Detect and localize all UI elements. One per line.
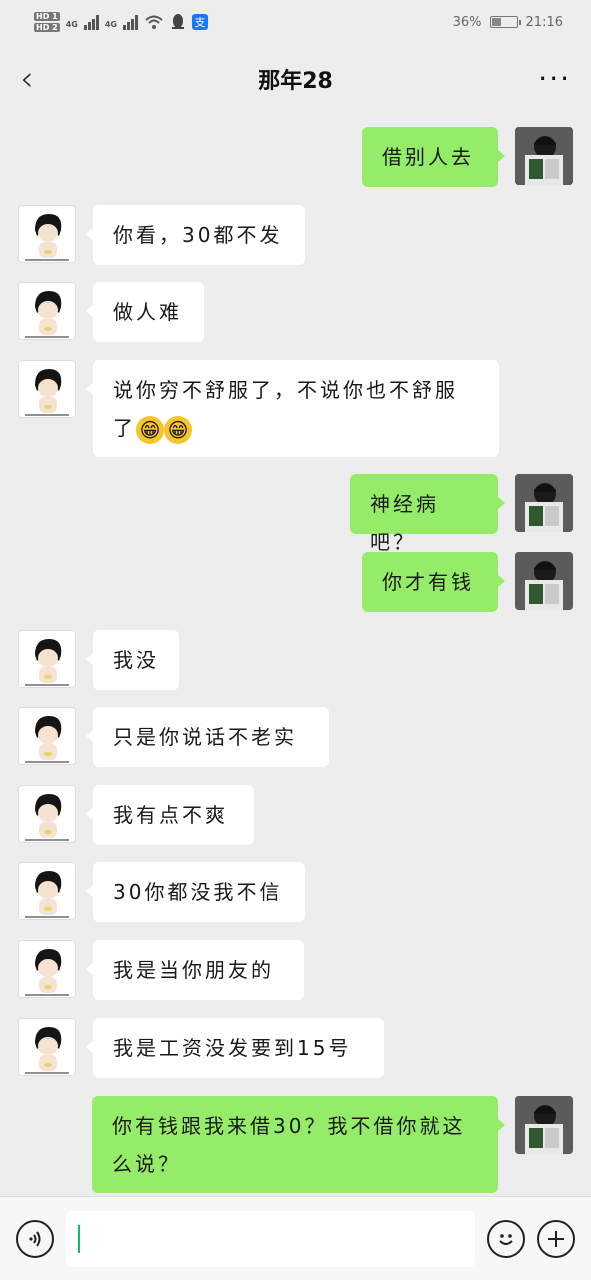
clock: 21:16 — [525, 14, 563, 30]
more-button[interactable]: ··· — [531, 65, 571, 93]
back-icon[interactable]: ‹ — [20, 59, 34, 99]
message-row: 我没 — [18, 630, 179, 690]
message-text: 你有钱跟我来借30？我不借你就这么说？ — [112, 1114, 466, 1176]
chat-header: ‹ 那年28 ··· — [0, 44, 591, 114]
network-type-2: 4G — [104, 20, 117, 29]
message-row: 我是当你朋友的 — [18, 940, 304, 1000]
message-row: 借别人去 — [362, 127, 573, 187]
voice-icon[interactable] — [25, 1229, 45, 1249]
battery-icon — [489, 16, 521, 28]
message-bubble[interactable]: 30你都没我不信 — [86, 862, 305, 922]
status-left: HD 1 HD 2 4G 4G 支 — [34, 12, 208, 32]
message-bubble[interactable]: 做人难 — [86, 282, 204, 342]
voice-button[interactable] — [16, 1219, 54, 1258]
qq-icon — [171, 14, 184, 29]
text-caret — [78, 1224, 80, 1253]
more-functions-button[interactable] — [537, 1219, 575, 1258]
contact-avatar[interactable] — [18, 205, 76, 263]
emoji-button[interactable] — [487, 1219, 525, 1258]
message-bubble[interactable]: 我是当你朋友的 — [86, 940, 304, 1000]
message-text: 我是工资没发要到15号 — [113, 1036, 352, 1060]
chat-title: 那年28 — [258, 69, 333, 94]
message-bubble[interactable]: 我没 — [86, 630, 179, 690]
contact-avatar[interactable] — [18, 630, 76, 688]
contact-avatar[interactable] — [18, 940, 76, 998]
message-row: 说你穷不舒服了，不说你也不舒服了 😁 😁 — [18, 360, 499, 457]
signal-1-icon — [83, 14, 99, 30]
emoji-icon[interactable] — [494, 1227, 518, 1251]
message-bubble[interactable]: 神经病吧？ — [350, 474, 505, 554]
chat-input-bar — [0, 1196, 591, 1280]
contact-avatar[interactable] — [18, 282, 76, 340]
message-row: 你看，30都不发 — [18, 205, 305, 265]
back-button[interactable]: ‹ — [20, 59, 60, 99]
message-input[interactable] — [66, 1210, 475, 1267]
message-text: 你看，30都不发 — [113, 223, 283, 247]
message-bubble[interactable]: 说你穷不舒服了，不说你也不舒服了 😁 😁 — [86, 360, 499, 457]
message-text: 我有点不爽 — [113, 803, 228, 827]
sim-indicators: HD 1 HD 2 — [34, 12, 60, 32]
message-bubble[interactable]: 你看，30都不发 — [86, 205, 305, 265]
contact-avatar[interactable] — [18, 707, 76, 765]
message-row: 你才有钱 — [362, 552, 573, 612]
plus-icon[interactable] — [546, 1229, 566, 1249]
my-avatar[interactable] — [515, 552, 573, 610]
message-text: 你才有钱 — [382, 570, 474, 594]
message-text: 我是当你朋友的 — [113, 958, 274, 982]
contact-avatar[interactable] — [18, 1018, 76, 1076]
more-icon[interactable]: ··· — [538, 62, 571, 95]
message-bubble[interactable]: 你有钱跟我来借30？我不借你就这么说？ — [92, 1096, 505, 1193]
wifi-icon — [145, 15, 163, 29]
message-list[interactable]: 借别人去 你看，30都不发 做人难 说你穷不舒服了，不说你也不舒服了 😁 😁 神经病… — [0, 114, 591, 1196]
message-bubble[interactable]: 借别人去 — [362, 127, 505, 187]
message-bubble[interactable]: 我有点不爽 — [86, 785, 254, 845]
sim-1-badge: HD 1 — [34, 12, 60, 21]
message-row: 神经病吧？ — [350, 474, 573, 554]
network-type-1: 4G — [65, 20, 78, 29]
message-bubble[interactable]: 你才有钱 — [362, 552, 505, 612]
sim-2-badge: HD 2 — [34, 23, 60, 32]
my-avatar[interactable] — [515, 1096, 573, 1154]
message-row: 只是你说话不老实 — [18, 707, 329, 767]
message-text: 只是你说话不老实 — [113, 725, 297, 749]
message-row: 30你都没我不信 — [18, 862, 305, 922]
message-row: 你有钱跟我来借30？我不借你就这么说？ — [92, 1096, 573, 1193]
my-avatar[interactable] — [515, 474, 573, 532]
grin-emoji: 😁 — [164, 415, 192, 444]
contact-avatar[interactable] — [18, 862, 76, 920]
my-avatar[interactable] — [515, 127, 573, 185]
message-text: 借别人去 — [382, 145, 474, 169]
message-bubble[interactable]: 只是你说话不老实 — [86, 707, 329, 767]
battery-fill — [491, 18, 501, 26]
grin-emoji: 😁 — [136, 415, 164, 444]
message-row: 我是工资没发要到15号 — [18, 1018, 384, 1078]
contact-avatar[interactable] — [18, 785, 76, 843]
message-text: 30你都没我不信 — [113, 880, 283, 904]
message-row: 做人难 — [18, 282, 204, 342]
alipay-icon: 支 — [191, 14, 208, 30]
message-text: 做人难 — [113, 300, 182, 324]
signal-2-icon — [122, 14, 138, 30]
message-text: 神经病吧？ — [370, 492, 439, 554]
battery-percent: 36% — [452, 14, 482, 30]
message-bubble[interactable]: 我是工资没发要到15号 — [86, 1018, 384, 1078]
message-row: 我有点不爽 — [18, 785, 254, 845]
status-bar: HD 1 HD 2 4G 4G 支 36% 21:16 — [0, 0, 591, 44]
status-right: 36% 21:16 — [453, 15, 563, 30]
message-text: 我没 — [113, 648, 159, 672]
contact-avatar[interactable] — [18, 360, 76, 418]
